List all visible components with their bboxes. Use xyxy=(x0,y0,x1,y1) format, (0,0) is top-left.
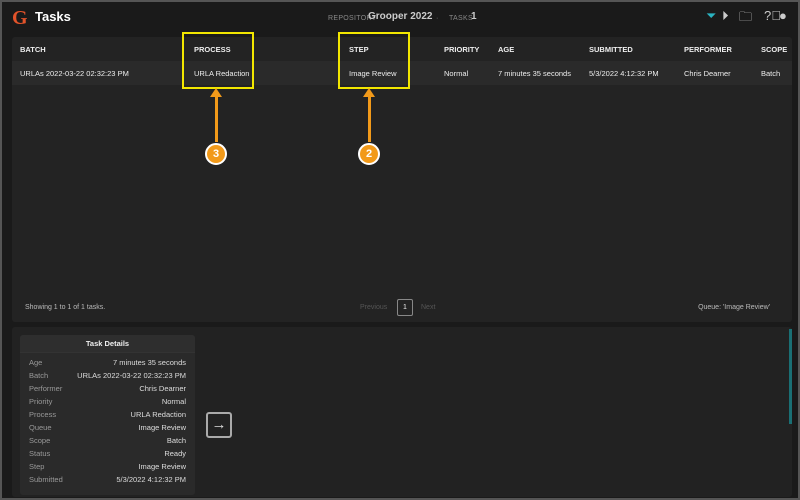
task-details-card: Task Details Age 7 minutes 35 seconds Batc… xyxy=(20,335,195,495)
callout-line xyxy=(215,96,218,142)
detail-key: Scope xyxy=(29,436,51,445)
folder-add-icon[interactable]: 🗀 xyxy=(739,8,752,30)
cell-priority: Normal xyxy=(444,69,469,78)
detail-value: 7 minutes 35 seconds xyxy=(113,358,186,367)
col-submitted[interactable]: SUBMITTED xyxy=(589,45,633,54)
grooper-logo: G xyxy=(12,7,28,29)
detail-row: Performer Chris Dearner xyxy=(20,382,195,395)
arrow-right-button[interactable]: → xyxy=(206,412,232,438)
detail-value: URLA Redaction xyxy=(130,410,186,419)
detail-value: URLAs 2022-03-22 02:32:23 PM xyxy=(77,371,186,380)
detail-row: Age 7 minutes 35 seconds xyxy=(20,356,195,369)
cell-scope: Batch xyxy=(761,69,781,78)
user-icon[interactable]: ● xyxy=(779,8,787,23)
detail-row: Process URLA Redaction xyxy=(20,408,195,421)
detail-value: Chris Dearner xyxy=(139,384,186,393)
detail-key: Step xyxy=(29,462,45,471)
detail-row: Priority Normal xyxy=(20,395,195,408)
detail-key: Queue xyxy=(29,423,52,432)
detail-row: Scope Batch xyxy=(20,434,195,447)
detail-row: Submitted 5/3/2022 4:12:32 PM xyxy=(20,473,195,486)
cell-batch: URLAs 2022-03-22 02:32:23 PM xyxy=(20,69,129,78)
detail-key: Priority xyxy=(29,397,53,406)
callout-badge-2: 2 xyxy=(358,143,380,165)
detail-value: Ready xyxy=(164,449,186,458)
detail-key: Age xyxy=(29,358,43,367)
tasks-label: TASKS xyxy=(449,15,473,22)
detail-value: 5/3/2022 4:12:32 PM xyxy=(116,475,186,484)
col-priority[interactable]: PRIORITY xyxy=(444,45,479,54)
play-icon[interactable]: ⏵ xyxy=(722,8,729,24)
col-age[interactable]: AGE xyxy=(498,45,514,54)
col-performer[interactable]: PERFORMER xyxy=(684,45,732,54)
cell-performer: Chris Dearner xyxy=(684,69,731,78)
tasks-count: 1 xyxy=(471,11,477,22)
detail-row: Queue Image Review xyxy=(20,421,195,434)
next-button[interactable]: Next xyxy=(421,304,435,311)
detail-key: Process xyxy=(29,410,57,419)
detail-value: Image Review xyxy=(138,462,186,471)
detail-value: Image Review xyxy=(138,423,186,432)
details-panel: Task Details Age 7 minutes 35 seconds Batc… xyxy=(12,327,792,497)
detail-row: Step Image Review xyxy=(20,460,195,473)
detail-key: Performer xyxy=(29,384,63,393)
detail-value: Normal xyxy=(161,397,186,406)
detail-key: Submitted xyxy=(29,475,63,484)
showing-text: Showing 1 to 1 of 1 tasks. xyxy=(25,304,106,311)
filter-icon[interactable]: ⏷ xyxy=(706,8,716,24)
previous-button[interactable]: Previous xyxy=(360,304,387,311)
repository-name[interactable]: Grooper 2022 xyxy=(368,11,432,22)
highlight-step xyxy=(338,32,410,89)
queue-text: Queue: 'Image Review' xyxy=(698,304,770,311)
col-scope[interactable]: SCOPE xyxy=(761,45,787,54)
callout-badge-3: 3 xyxy=(205,143,227,165)
col-batch[interactable]: BATCH xyxy=(20,45,46,54)
task-details-title: Task Details xyxy=(20,335,195,353)
detail-row: Batch URLAs 2022-03-22 02:32:23 PM xyxy=(20,369,195,382)
detail-row: Status Ready xyxy=(20,447,195,460)
detail-value: Batch xyxy=(166,436,186,445)
detail-key: Status xyxy=(29,449,51,458)
callout-line xyxy=(368,96,371,142)
page-1-button[interactable]: 1 xyxy=(397,299,413,316)
detail-key: Batch xyxy=(29,371,49,380)
cell-submitted: 5/3/2022 4:12:32 PM xyxy=(589,69,659,78)
cell-age: 7 minutes 35 seconds xyxy=(498,69,571,78)
scrollbar[interactable] xyxy=(789,329,792,424)
page-title: Tasks xyxy=(35,9,71,24)
highlight-process xyxy=(182,32,254,89)
